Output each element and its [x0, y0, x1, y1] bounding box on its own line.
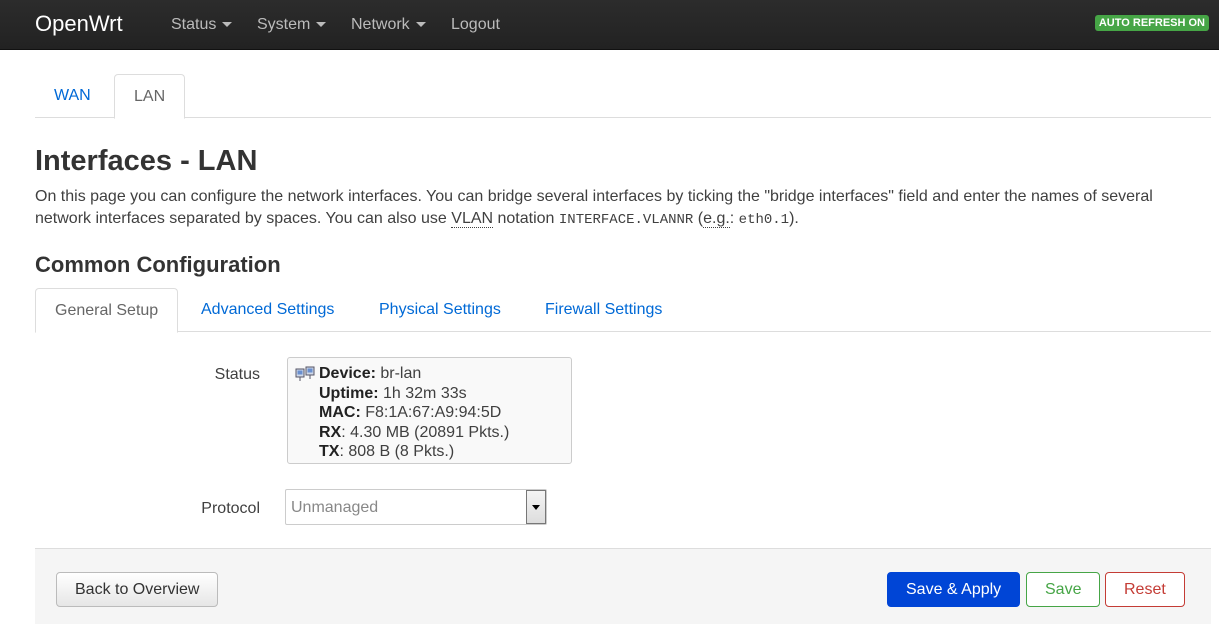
status-device: Device: br-lan	[319, 364, 563, 384]
tab-lan[interactable]: LAN	[114, 74, 186, 119]
protocol-selected-value: Unmanaged	[291, 499, 379, 516]
section-title: Common Configuration	[35, 252, 281, 277]
config-tabs: General Setup Advanced Settings Physical…	[35, 288, 1211, 333]
menu-logout[interactable]: Logout	[451, 16, 500, 34]
menu-status[interactable]: Status	[171, 16, 233, 34]
brand-logo[interactable]: OpenWrt	[35, 11, 123, 37]
action-bar: Back to Overview Save & Apply Save Reset	[35, 548, 1211, 624]
uptime-label: Uptime:	[319, 384, 379, 402]
vlan-abbr: VLAN	[451, 210, 494, 228]
chevron-down-icon	[222, 22, 233, 28]
menu-system[interactable]: System	[257, 16, 327, 34]
uptime-value: 1h 32m 33s	[378, 384, 467, 402]
menu-network[interactable]: Network	[351, 16, 426, 34]
rx-label: RX	[319, 423, 342, 441]
desc-text: notation	[493, 210, 559, 227]
desc-text: ).	[789, 210, 799, 227]
chevron-down-icon	[316, 22, 327, 28]
page-description: On this page you can configure the netwo…	[35, 186, 1195, 231]
tab-advanced-settings[interactable]: Advanced Settings	[182, 288, 353, 332]
save-apply-button[interactable]: Save & Apply	[887, 572, 1021, 607]
top-navbar: OpenWrt Status System Network Logout AUT…	[0, 0, 1219, 50]
mac-value: F8:1A:67:A9:94:5D	[360, 404, 502, 421]
network-interface-icon	[295, 366, 315, 381]
menu-status-label: Status	[171, 16, 217, 33]
menu-system-label: System	[257, 16, 311, 33]
tab-firewall-settings[interactable]: Firewall Settings	[526, 288, 681, 332]
page-title: Interfaces - LAN	[35, 145, 258, 177]
tab-physical-settings[interactable]: Physical Settings	[360, 288, 520, 332]
reset-button[interactable]: Reset	[1105, 572, 1185, 607]
desc-text: (	[693, 210, 704, 227]
interface-tabs: WAN LAN	[35, 74, 1211, 119]
status-tx: TX: 808 B (8 Pkts.)	[319, 442, 563, 462]
device-label: Device:	[319, 365, 376, 382]
desc-code: eth0.1	[738, 212, 790, 228]
back-to-overview-button[interactable]: Back to Overview	[56, 572, 219, 607]
desc-code: INTERFACE.VLANNR	[558, 212, 694, 228]
protocol-select[interactable]: Unmanaged	[285, 489, 547, 525]
menu-network-label: Network	[351, 16, 410, 33]
desc-text: :	[729, 210, 739, 227]
device-value: br-lan	[375, 365, 422, 382]
status-uptime: Uptime: 1h 32m 33s	[319, 384, 563, 404]
status-label: Status	[214, 366, 260, 383]
status-rx: RX: 4.30 MB (20891 Pkts.)	[319, 423, 563, 443]
status-mac: MAC: F8:1A:67:A9:94:5D	[319, 403, 563, 423]
tx-value: : 808 B (8 Pkts.)	[339, 443, 455, 460]
rx-value: : 4.30 MB (20891 Pkts.)	[341, 423, 510, 441]
chevron-down-icon[interactable]	[526, 490, 546, 524]
tab-general-setup[interactable]: General Setup	[35, 288, 179, 333]
tx-label: TX	[319, 443, 340, 460]
chevron-down-icon	[415, 22, 426, 28]
eg-abbr: e.g.	[703, 210, 730, 228]
protocol-label: Protocol	[201, 500, 260, 517]
auto-refresh-badge[interactable]: AUTO REFRESH ON	[1094, 15, 1209, 31]
save-button[interactable]: Save	[1026, 572, 1101, 607]
tab-wan[interactable]: WAN	[35, 74, 110, 118]
status-box: Device: br-lan Uptime: 1h 32m 33s MAC: F…	[287, 357, 572, 464]
mac-label: MAC:	[319, 404, 361, 421]
